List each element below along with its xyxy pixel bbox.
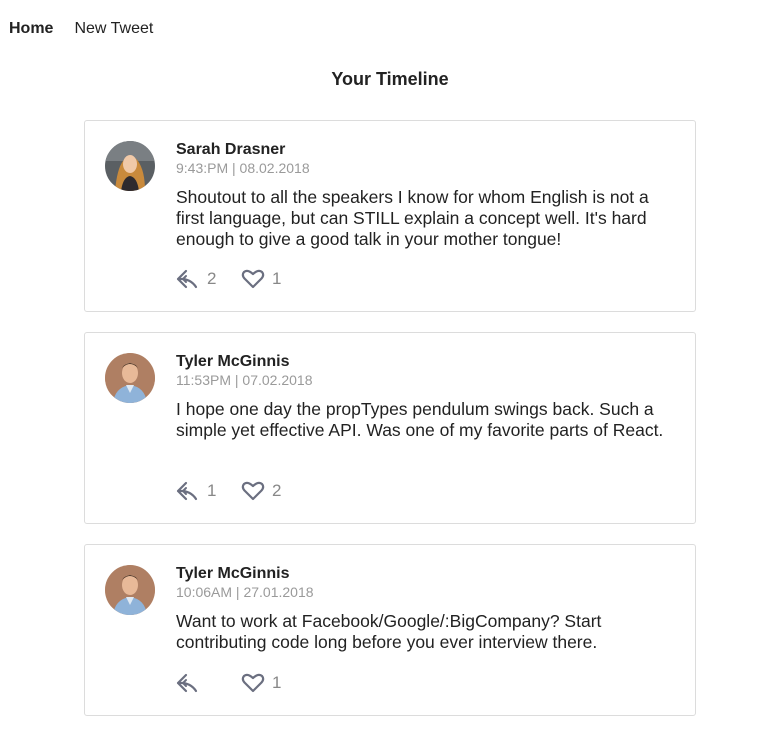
- tweet-card[interactable]: Tyler McGinnis 10:06AM | 27.01.2018 Want…: [84, 544, 696, 716]
- avatar[interactable]: [105, 141, 155, 191]
- tweet-timestamp: 10:06AM | 27.01.2018: [176, 584, 314, 600]
- tweet-actions: 2 1: [176, 269, 281, 289]
- tweet-text: I hope one day the propTypes pendulum sw…: [176, 399, 664, 440]
- tweet-actions: 1 2: [176, 481, 281, 501]
- nav-new-tweet-link[interactable]: New Tweet: [74, 20, 153, 38]
- reply-button[interactable]: 2: [176, 269, 241, 289]
- avatar-image: [105, 565, 155, 615]
- page-title: Your Timeline: [331, 69, 449, 89]
- tweet-card[interactable]: Sarah Drasner 9:43:PM | 08.02.2018 Shout…: [84, 120, 696, 312]
- reply-button[interactable]: 1: [176, 481, 241, 501]
- reply-count: 2: [207, 269, 217, 288]
- reply-arrow-icon: [176, 481, 198, 501]
- nav-home-link[interactable]: Home: [9, 20, 53, 38]
- like-count: 2: [272, 481, 282, 500]
- tweet-body: Sarah Drasner 9:43:PM | 08.02.2018 Shout…: [176, 141, 675, 250]
- tweet-timestamp: 11:53PM | 07.02.2018: [176, 372, 313, 388]
- heart-outline-icon: [241, 481, 265, 501]
- tweet-author[interactable]: Sarah Drasner: [176, 141, 675, 159]
- avatar[interactable]: [105, 565, 155, 615]
- tweet-author[interactable]: Tyler McGinnis: [176, 565, 675, 583]
- like-count: 1: [272, 269, 282, 288]
- reply-count: 1: [207, 481, 217, 500]
- reply-arrow-icon: [176, 673, 198, 693]
- heart-outline-icon: [241, 269, 265, 289]
- tweet-actions: 1: [176, 673, 281, 693]
- heart-outline-icon: [241, 673, 265, 693]
- like-button[interactable]: 1: [241, 673, 281, 693]
- tweet-author[interactable]: Tyler McGinnis: [176, 353, 675, 371]
- like-count: 1: [272, 673, 282, 692]
- avatar[interactable]: [105, 353, 155, 403]
- like-button[interactable]: 2: [241, 481, 281, 501]
- avatar-image: [105, 353, 155, 403]
- avatar-image: [105, 141, 155, 191]
- tweet-text: Want to work at Facebook/Google/:BigComp…: [176, 611, 602, 652]
- tweet-timestamp: 9:43:PM | 08.02.2018: [176, 160, 310, 176]
- tweet-body: Tyler McGinnis 10:06AM | 27.01.2018 Want…: [176, 565, 675, 653]
- tweet-text: Shoutout to all the speakers I know for …: [176, 187, 649, 249]
- top-nav: Home New Tweet: [9, 20, 153, 38]
- tweet-card[interactable]: Tyler McGinnis 11:53PM | 07.02.2018 I ho…: [84, 332, 696, 524]
- reply-arrow-icon: [176, 269, 198, 289]
- reply-button[interactable]: [176, 673, 241, 693]
- tweet-body: Tyler McGinnis 11:53PM | 07.02.2018 I ho…: [176, 353, 675, 441]
- like-button[interactable]: 1: [241, 269, 281, 289]
- timeline-list: Sarah Drasner 9:43:PM | 08.02.2018 Shout…: [84, 120, 696, 736]
